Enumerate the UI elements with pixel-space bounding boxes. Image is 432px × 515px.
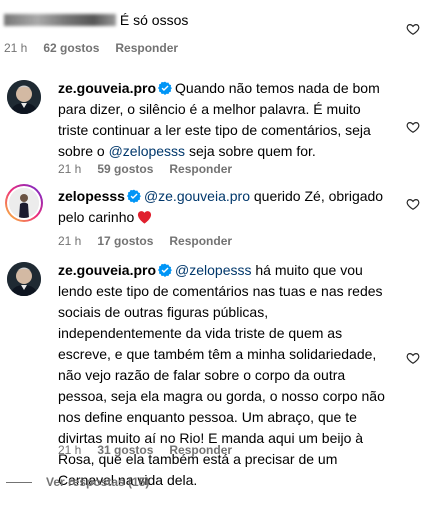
comment-time: 21 h: [58, 443, 82, 457]
reply-button[interactable]: Responder: [169, 443, 232, 457]
mention-link[interactable]: @zelopesss: [109, 143, 185, 159]
mention-link[interactable]: @ze.gouveia.pro: [144, 188, 250, 204]
reply-button[interactable]: Responder: [169, 162, 232, 176]
comment-time: 21 h: [58, 162, 82, 176]
view-replies-label[interactable]: Ver respostas (15): [46, 475, 149, 489]
avatar: [9, 188, 39, 218]
comment-meta: 21 h 59 gostos Responder: [58, 162, 232, 176]
avatar-story-ring[interactable]: [5, 184, 43, 222]
comment-body: zelopesss @ze.gouveia.pro querido Zé, obr…: [58, 186, 393, 228]
avatar[interactable]: [7, 80, 41, 114]
comment-text-end: seja sobre quem for.: [185, 143, 316, 159]
heart-outline-icon[interactable]: [406, 22, 420, 36]
comment-likes[interactable]: 17 gostos: [97, 234, 153, 248]
comment-meta: 21 h 17 gostos Responder: [58, 234, 232, 248]
comment-meta: 21 h 62 gostos Responder: [4, 41, 178, 55]
heart-outline-icon[interactable]: [406, 197, 420, 211]
heart-outline-icon[interactable]: [406, 351, 420, 365]
comment-likes[interactable]: 31 gostos: [97, 443, 153, 457]
view-replies-button[interactable]: Ver respostas (15): [6, 475, 149, 489]
heart-outline-icon[interactable]: [406, 120, 420, 134]
comment-likes[interactable]: 59 gostos: [97, 162, 153, 176]
comment-time: 21 h: [4, 41, 28, 55]
username[interactable]: zelopesss: [58, 188, 125, 204]
verified-badge-icon: [158, 263, 173, 277]
comment-likes[interactable]: 62 gostos: [43, 41, 99, 55]
comment-meta: 21 h 31 gostos Responder: [58, 443, 232, 457]
comment-body: ze.gouveia.pro Quando não temos nada de b…: [58, 78, 393, 162]
username[interactable]: ze.gouveia.pro: [58, 262, 156, 278]
reply-button[interactable]: Responder: [169, 234, 232, 248]
avatar[interactable]: [7, 262, 41, 296]
red-heart-emoji: [138, 211, 152, 224]
reply-button[interactable]: Responder: [115, 41, 178, 55]
mention-link[interactable]: @zelopesss: [175, 262, 251, 278]
comment-time: 21 h: [58, 234, 82, 248]
verified-badge-icon: [126, 189, 141, 203]
comment-text: É só ossos: [119, 12, 189, 28]
blurred-username: [4, 14, 116, 26]
comment-top: É só ossos 21 h 62 gostos Responder: [0, 0, 432, 60]
divider-line: [6, 481, 32, 483]
verified-badge-icon: [158, 81, 173, 95]
username[interactable]: ze.gouveia.pro: [58, 80, 156, 96]
